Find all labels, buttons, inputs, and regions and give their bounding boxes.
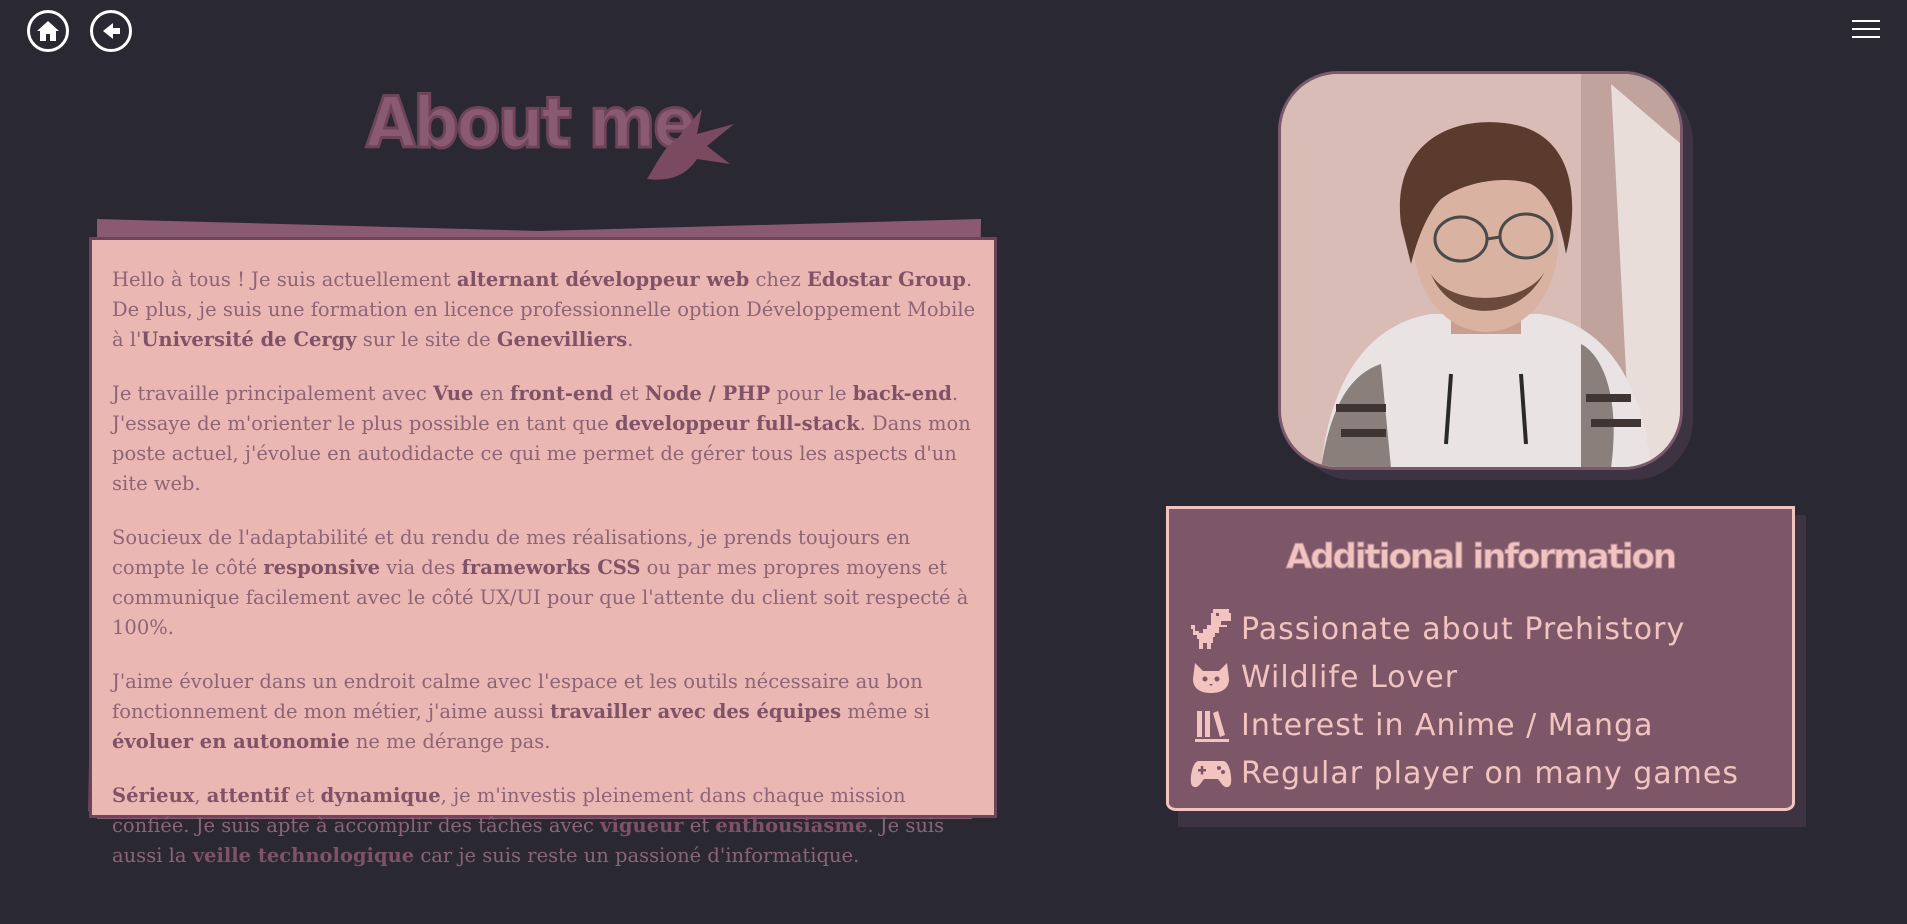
additional-info-panel: Additional information Passionate about … [1166, 506, 1795, 811]
about-paragraph: Je travaille principalement avec Vue en … [112, 379, 976, 499]
highlight-text: developpeur full-stack [615, 412, 860, 435]
home-icon [37, 21, 59, 41]
about-text-card: Hello à tous ! Je suis actuellement alte… [89, 237, 997, 867]
about-paragraph: Sérieux, attentif et dynamique, je m'inv… [112, 781, 976, 871]
list-item-label: Passionate about Prehistory [1241, 611, 1686, 647]
hamburger-line [1852, 36, 1880, 38]
profile-portrait-image [1281, 74, 1680, 467]
gamepad-icon [1189, 751, 1233, 795]
highlight-text: dynamique [320, 784, 441, 807]
highlight-text: évoluer en autonomie [112, 730, 350, 753]
home-button[interactable] [27, 10, 69, 52]
body-text: pour le [770, 382, 853, 405]
body-text: , [194, 784, 207, 807]
dinosaur-icon [1189, 607, 1233, 651]
about-paragraph: J'aime évoluer dans un endroit calme ave… [112, 667, 976, 757]
highlight-text: vigueur [600, 814, 684, 837]
about-paragraph: Hello à tous ! Je suis actuellement alte… [112, 265, 976, 355]
highlight-text: alternant développeur web [456, 268, 750, 291]
body-text: sur le site de [356, 328, 497, 351]
body-text: en [473, 382, 510, 405]
cat-icon [1189, 655, 1233, 699]
books-icon [1189, 703, 1233, 747]
body-text: et [288, 784, 321, 807]
highlight-text: back-end [852, 382, 952, 405]
body-text: chez [749, 268, 807, 291]
highlight-text: travailler avec des équipes [550, 700, 842, 723]
list-item: Passionate about Prehistory [1189, 605, 1739, 653]
body-text: ne me dérange pas. [349, 730, 551, 753]
body-text: . [627, 328, 634, 351]
highlight-text: front-end [509, 382, 614, 405]
body-text: via des [380, 556, 462, 579]
body-text: et [613, 382, 645, 405]
body-text: car je suis reste un passioné d'informat… [414, 844, 860, 867]
list-item: Interest in Anime / Manga [1189, 701, 1739, 749]
highlight-text: enthousiasme [715, 814, 868, 837]
interests-list: Passionate about Prehistory Wildlife Lov… [1189, 605, 1739, 797]
highlight-text: Edostar Group [807, 268, 966, 291]
highlight-text: Genevilliers [496, 328, 628, 351]
highlight-text: Node / PHP [644, 382, 771, 405]
profile-photo [1278, 71, 1683, 470]
body-text: et [683, 814, 716, 837]
body-text: Hello à tous ! Je suis actuellement [112, 268, 457, 291]
about-paragraph: Soucieux de l'adaptabilité et du rendu d… [112, 523, 976, 643]
highlight-text: veille technologique [192, 844, 415, 867]
list-item-label: Wildlife Lover [1241, 659, 1459, 695]
highlight-text: Sérieux [112, 784, 195, 807]
list-item: Wildlife Lover [1189, 653, 1739, 701]
highlight-text: frameworks CSS [461, 556, 641, 579]
highlight-text: attentif [206, 784, 289, 807]
list-item-label: Interest in Anime / Manga [1241, 707, 1654, 743]
body-text: même si [841, 700, 930, 723]
arrow-left-circle-icon [103, 23, 120, 39]
dinosaur-footprint-icon [647, 109, 734, 180]
list-item-label: Regular player on many games [1241, 755, 1739, 791]
about-page: About me Hello à tous ! Je suis actuelle… [0, 0, 1907, 924]
hamburger-line [1852, 28, 1880, 30]
highlight-text: Université de Cergy [141, 328, 357, 351]
list-item: Regular player on many games [1189, 749, 1739, 797]
body-text: Je travaille principalement avec [112, 382, 433, 405]
highlight-text: responsive [263, 556, 381, 579]
hamburger-menu-button[interactable] [1852, 20, 1880, 38]
hamburger-line [1852, 20, 1880, 22]
highlight-text: Vue [433, 382, 474, 405]
additional-info-title: Additional information [1285, 537, 1677, 578]
back-button[interactable] [90, 10, 132, 52]
